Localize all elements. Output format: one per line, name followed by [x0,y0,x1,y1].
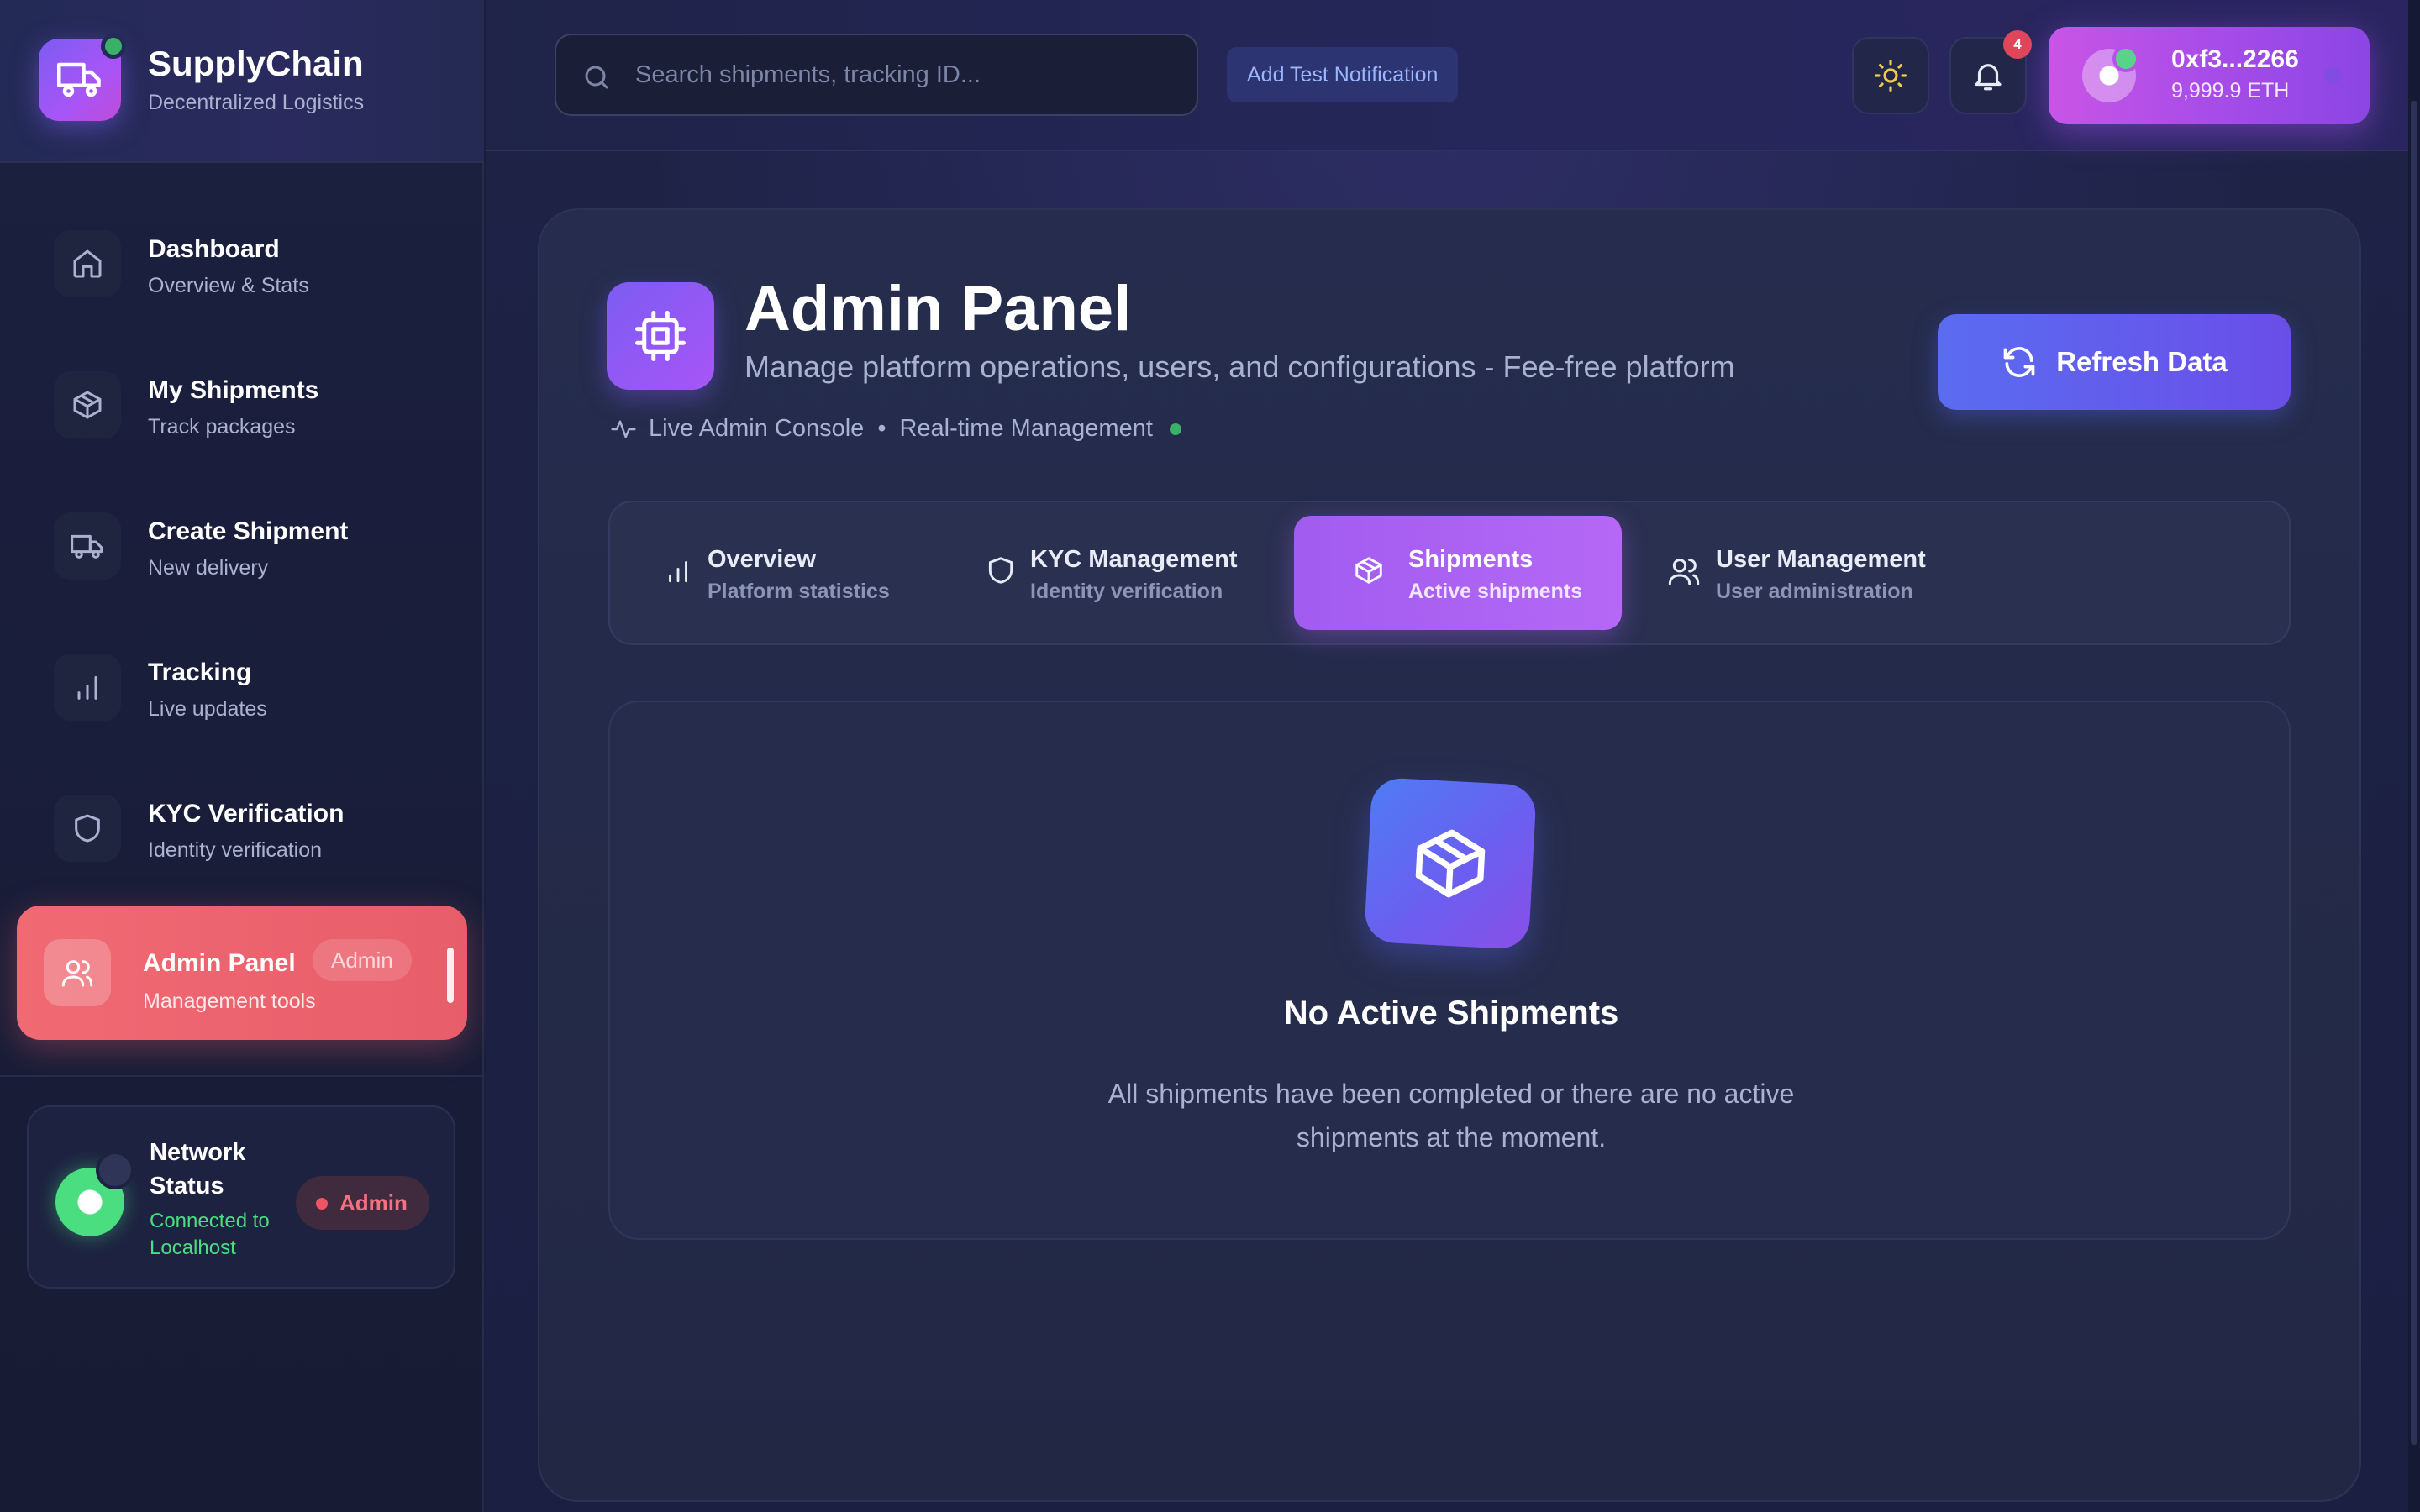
sidebar-item-admin-panel[interactable]: Admin Panel Admin Management tools [17,906,467,1040]
refresh-icon [2003,347,2035,377]
package-icon [1355,557,1382,584]
admin-tabs: Overview Platform statistics KYC Managem… [608,501,2291,645]
wallet-address: 0xf3...2266 [2171,45,2299,73]
page-subtitle: Manage platform operations, users, and c… [744,349,1735,384]
live-console-label: Live Admin Console [649,415,865,442]
page-title: Admin Panel [744,273,1132,344]
empty-state: No Active Shipments All shipments have b… [608,701,2291,1240]
tab-subtitle: Active shipments [1408,580,1583,603]
network-status-card: Network Status Connected to Localhost Ad… [27,1105,455,1289]
shield-icon [988,557,1013,584]
tab-shipments[interactable]: Shipments Active shipments [1294,516,1622,630]
sidebar-item-subtitle: Live updates [148,697,267,721]
users-icon [1668,559,1700,585]
wallet-avatar [2082,45,2139,102]
cpu-icon [635,311,686,361]
sidebar-item-title: Tracking [148,659,252,686]
bar-chart-icon [669,561,687,583]
theme-toggle-button[interactable] [1852,37,1929,114]
sidebar-item-title: KYC Verification [148,800,345,827]
sidebar-item-title: Create Shipment [148,517,349,545]
sidebar-item-subtitle: Track packages [148,415,296,438]
users-icon [44,939,111,1006]
brand-title: SupplyChain [148,44,364,83]
brand-logo [39,34,126,121]
brand-header[interactable]: SupplyChain Decentralized Logistics [0,0,484,163]
package-icon [54,371,121,438]
empty-state-title: No Active Shipments [1283,995,1619,1032]
sidebar-item-kyc-verification[interactable]: KYC Verification Identity verification [17,763,467,894]
wallet-button[interactable]: 0xf3...2266 9,999.9 ETH [2049,27,2370,124]
panel-icon [607,282,714,390]
sidebar-item-my-shipments[interactable]: My Shipments Track packages [17,339,467,470]
brand-subtitle: Decentralized Logistics [148,91,365,114]
notification-count-badge: 4 [2003,30,2032,59]
separator-dot: • [877,415,886,442]
app-root: SupplyChain Decentralized Logistics Dash… [0,0,2420,1512]
empty-state-message: All shipments have been completed or the… [1107,1079,1795,1152]
network-status-title: Network Status [150,1139,246,1200]
main-content: Add Test Notification 4 0xf3...2266 9,99… [486,0,2420,1512]
tab-user-management[interactable]: User Management User administration [1644,516,1996,630]
sidebar-item-tracking[interactable]: Tracking Live updates [17,622,467,753]
tab-overview[interactable]: Overview Platform statistics [639,516,941,630]
search-box[interactable] [555,34,1198,116]
network-status-ring [96,1151,134,1189]
search-icon [585,66,608,89]
home-icon [54,230,121,297]
live-status-row: Live Admin Console • Real-time Managemen… [610,415,1181,443]
truck-icon [57,62,101,97]
wallet-indicator-dot [2324,67,2341,84]
search-input[interactable] [635,35,1173,114]
activity-icon [611,419,636,438]
truck-icon [54,512,121,580]
package-icon [1415,829,1486,898]
shield-icon [54,795,121,862]
topbar: Add Test Notification 4 0xf3...2266 9,99… [486,0,2420,151]
active-indicator [447,948,454,1003]
sidebar-item-title: Admin Panel [143,949,296,977]
tab-subtitle: Identity verification [1030,580,1223,603]
notifications-button[interactable]: 4 [1949,30,2032,114]
network-role-badge: Admin [296,1176,429,1230]
sidebar-item-subtitle: Management tools [143,990,316,1013]
sidebar: SupplyChain Decentralized Logistics Dash… [0,0,484,1512]
add-test-notification-button[interactable]: Add Test Notification [1227,47,1459,102]
live-indicator-dot [1169,423,1181,435]
bell-icon [1975,64,2002,91]
sidebar-item-title: Dashboard [148,235,280,263]
sidebar-item-subtitle: Overview & Stats [148,274,309,297]
sidebar-divider [0,1075,484,1077]
realtime-label: Real-time Management [899,415,1153,442]
empty-state-icon [1364,777,1537,950]
bar-chart-icon [54,654,121,721]
admin-panel-card: Admin Panel Manage platform operations, … [538,208,2361,1502]
tab-title: User Management [1716,546,1926,573]
tab-title: KYC Management [1030,546,1238,573]
scrollbar-thumb[interactable] [2411,101,2417,1445]
sidebar-item-subtitle: Identity verification [148,838,323,862]
sidebar-item-subtitle: New delivery [148,556,269,580]
tab-subtitle: User administration [1716,580,1913,603]
network-status-text: Connected to Localhost [150,1210,270,1259]
tab-title: Shipments [1408,546,1534,573]
tab-title: Overview [708,546,816,573]
sidebar-item-create-shipment[interactable]: Create Shipment New delivery [17,480,467,612]
tab-subtitle: Platform statistics [708,580,890,603]
wallet-balance: 9,999.9 ETH [2171,79,2290,102]
refresh-data-button[interactable]: Refresh Data [1938,314,2291,410]
tab-kyc-management[interactable]: KYC Management Identity verification [961,516,1264,630]
brand-status-dot [101,34,126,59]
sidebar-item-dashboard[interactable]: Dashboard Overview & Stats [17,198,467,329]
scrollbar[interactable] [2408,0,2420,1512]
sidebar-item-title: My Shipments [148,376,319,404]
refresh-label: Refresh Data [2056,346,2228,377]
admin-badge: Admin [313,939,412,981]
sun-icon [1874,59,1907,92]
